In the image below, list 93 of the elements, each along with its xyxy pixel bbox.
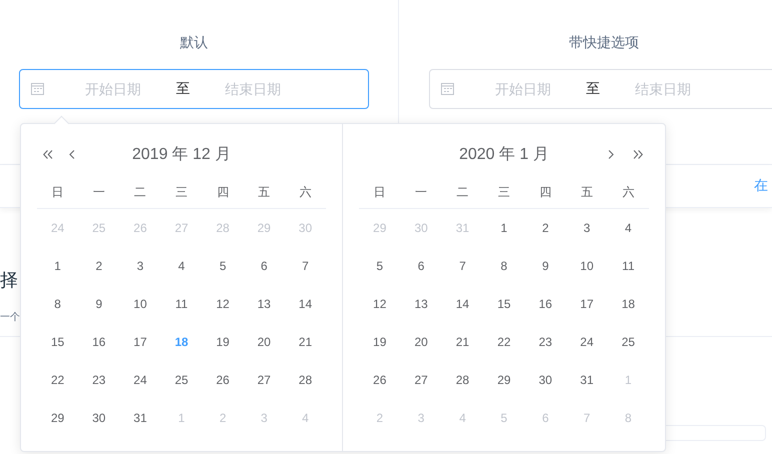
day-cell[interactable]: 26 <box>216 373 230 387</box>
double-right-arrow-icon[interactable] <box>633 150 643 159</box>
day-cell[interactable]: 9 <box>542 259 549 273</box>
day-cell[interactable]: 31 <box>580 373 594 387</box>
weekday-label: 四 <box>539 184 552 201</box>
month-title: 2020 年 1 月 <box>459 144 549 164</box>
day-cell[interactable]: 15 <box>50 335 64 349</box>
day-cell[interactable]: 21 <box>456 335 470 349</box>
weekday-label: 一 <box>92 184 105 201</box>
day-cell[interactable]: 21 <box>298 335 312 349</box>
day-cell[interactable]: 14 <box>456 297 470 311</box>
day-cell[interactable]: 1 <box>54 259 61 273</box>
day-cell[interactable]: 13 <box>414 297 428 311</box>
weekday-label: 五 <box>258 184 270 201</box>
day-cell[interactable]: 29 <box>50 411 64 425</box>
weekday-label: 二 <box>456 184 469 201</box>
day-cell[interactable]: 26 <box>373 373 386 387</box>
day-cell[interactable]: 17 <box>134 335 147 349</box>
day-cell[interactable]: 19 <box>373 335 386 349</box>
day-cell[interactable]: 30 <box>538 373 552 387</box>
date-range-field[interactable]: 开始日期 至 结束日期 <box>429 69 772 109</box>
day-cell[interactable]: 4 <box>178 259 185 273</box>
day-cell[interactable]: 2 <box>96 259 102 273</box>
weekday-label: 六 <box>299 184 312 201</box>
day-cell[interactable]: 7 <box>459 259 466 273</box>
day-cell[interactable]: 16 <box>92 335 106 349</box>
day-cell[interactable]: 3 <box>136 259 144 273</box>
day-cell[interactable]: 15 <box>497 297 511 311</box>
day-cell[interactable]: 23 <box>92 373 106 387</box>
day-cell[interactable]: 31 <box>134 411 147 425</box>
day-cell[interactable]: 6 <box>418 259 424 273</box>
weekday-label: 三 <box>175 184 188 201</box>
day-cell[interactable]: 6 <box>260 259 268 273</box>
heading-text: 择 <box>0 269 18 292</box>
day-cell[interactable]: 20 <box>414 335 428 349</box>
day-cell[interactable]: 12 <box>216 297 230 311</box>
day-cell[interactable]: 22 <box>50 373 64 387</box>
day-cell[interactable]: 20 <box>257 335 271 349</box>
weekday-label: 五 <box>580 184 593 201</box>
range-separator: 至 <box>175 80 191 98</box>
day-cell[interactable]: 5 <box>376 259 384 273</box>
month-title: 2019 年 12 月 <box>132 144 231 164</box>
day-cell[interactable]: 2 <box>542 221 549 235</box>
weekday-label: 四 <box>216 184 229 201</box>
day-cell[interactable]: 16 <box>538 297 552 311</box>
day-cell[interactable]: 25 <box>622 335 635 349</box>
day-cell[interactable]: 10 <box>134 297 147 311</box>
day-cell[interactable]: 11 <box>622 259 634 273</box>
day-cell[interactable]: 28 <box>456 373 470 387</box>
day-cell[interactable]: 24 <box>134 373 147 387</box>
day-cell[interactable]: 28 <box>298 373 312 387</box>
start-date-input[interactable]: 开始日期 <box>58 81 168 97</box>
day-cell[interactable]: 12 <box>373 297 386 311</box>
day-cell[interactable]: 4 <box>624 221 632 235</box>
weekday-label: 日 <box>374 184 386 201</box>
day-cell[interactable]: 25 <box>174 373 188 387</box>
end-date-input[interactable]: 结束日期 <box>608 81 718 97</box>
date-range-field[interactable]: 开始日期 至 结束日期 <box>19 69 369 109</box>
section-title: 带快捷选项 <box>568 33 640 52</box>
day-cell[interactable]: 23 <box>538 335 552 349</box>
section-title: 默认 <box>179 33 209 52</box>
double-left-arrow-icon[interactable] <box>43 150 53 159</box>
day-cell[interactable]: 9 <box>96 297 102 311</box>
day-cell[interactable]: 3 <box>584 221 590 235</box>
day-cell[interactable]: 5 <box>219 259 226 273</box>
day-cell[interactable]: 10 <box>580 259 594 273</box>
day-cell[interactable]: 18 <box>622 297 635 311</box>
day-cell[interactable]: 27 <box>257 373 271 387</box>
description-text: 一个 <box>0 311 20 324</box>
day-cell[interactable]: 30 <box>92 411 106 425</box>
day-cell[interactable]: 1 <box>500 221 508 235</box>
day-cell[interactable]: 27 <box>414 373 428 387</box>
calendar-icon <box>441 83 454 95</box>
range-separator: 至 <box>585 80 601 98</box>
day-cell[interactable]: 8 <box>500 259 508 273</box>
weekday-label: 三 <box>498 184 510 201</box>
weekday-label: 六 <box>622 184 634 201</box>
start-date-input[interactable]: 开始日期 <box>468 81 578 97</box>
calendar-icon <box>31 83 44 95</box>
day-cell[interactable]: 17 <box>580 297 594 311</box>
day-cell[interactable]: 13 <box>257 297 271 311</box>
day-cell[interactable]: 14 <box>298 297 312 311</box>
day-cell[interactable]: 8 <box>54 297 61 311</box>
day-cell[interactable]: 19 <box>216 335 230 349</box>
day-cell[interactable]: 24 <box>580 335 594 349</box>
day-cell[interactable]: 7 <box>302 259 309 273</box>
weekday-label: 二 <box>134 184 146 201</box>
day-cell[interactable]: 29 <box>497 373 511 387</box>
end-date-input[interactable]: 结束日期 <box>198 81 308 97</box>
weekday-label: 一 <box>415 184 428 201</box>
day-cell[interactable]: 22 <box>497 335 511 349</box>
weekday-label: 日 <box>52 184 64 201</box>
day-cell[interactable]: 11 <box>175 297 188 311</box>
